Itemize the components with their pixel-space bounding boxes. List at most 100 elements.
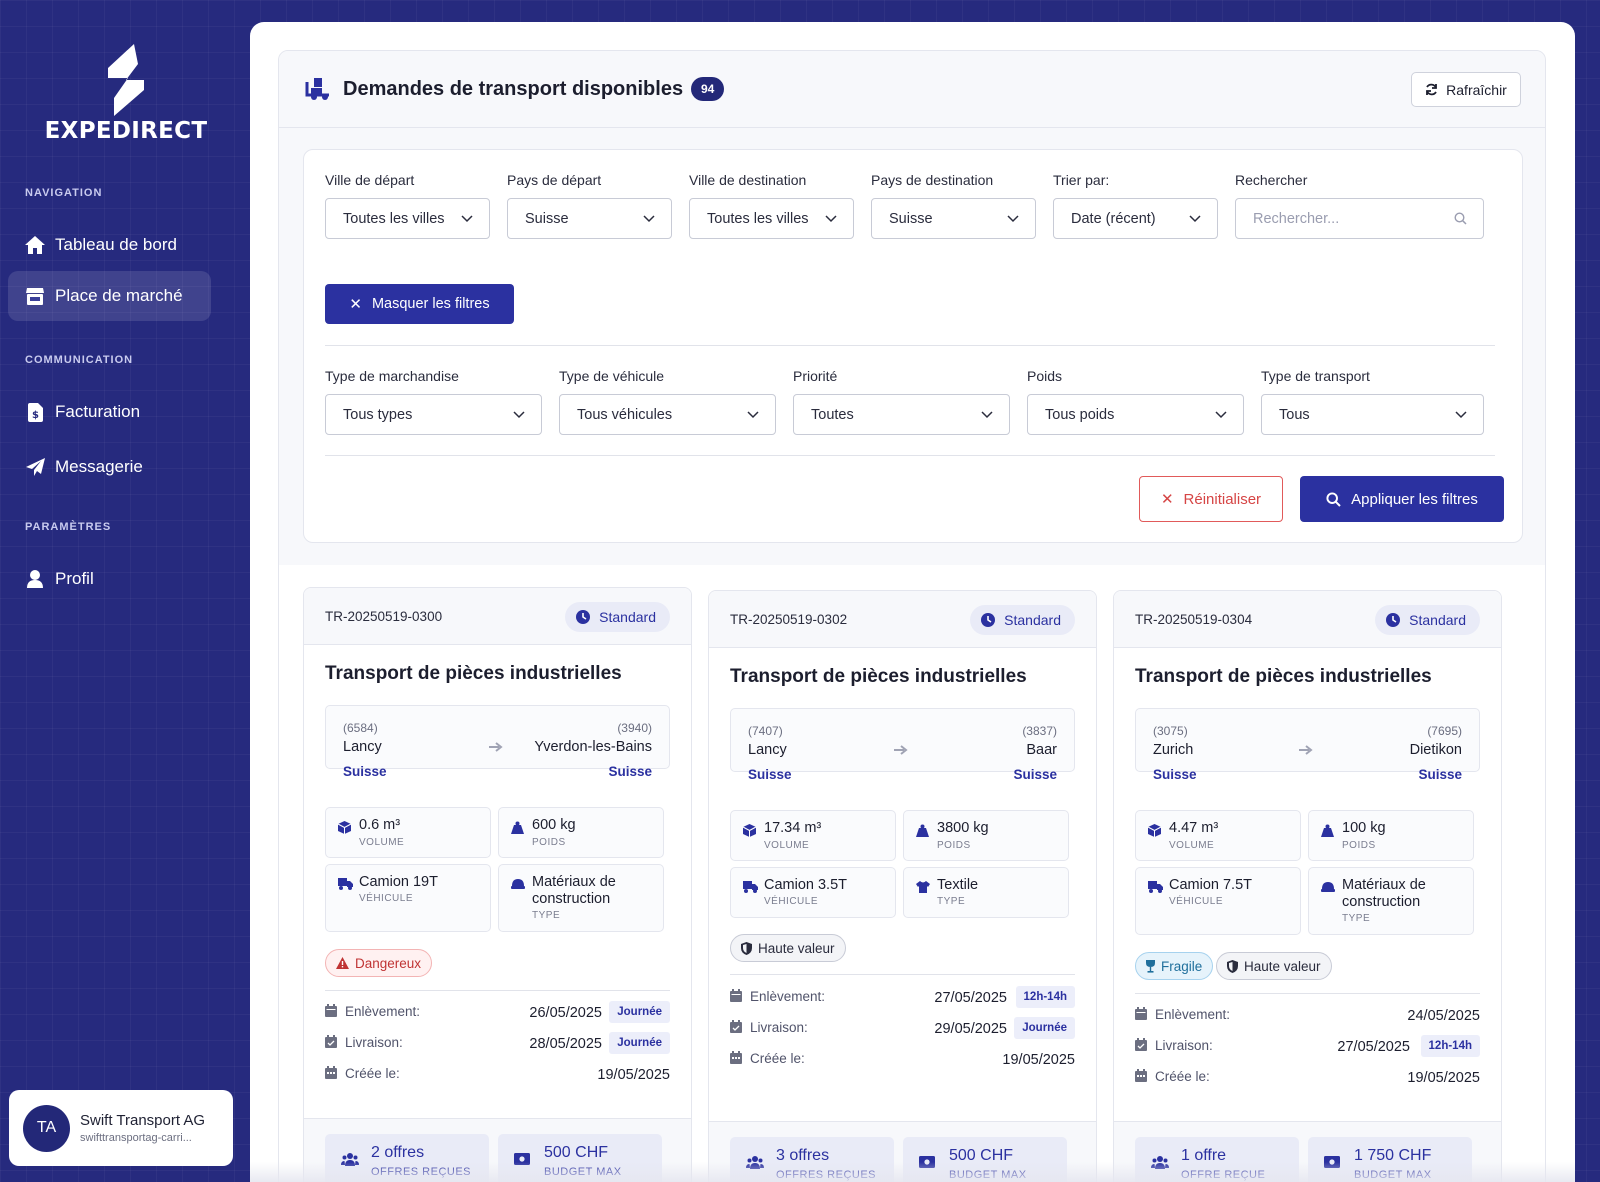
filter-label: Priorité [793, 368, 838, 384]
card-header: TR-20250519-0304 Standard [1114, 591, 1501, 648]
destination-country-select[interactable]: Suisse [871, 198, 1036, 239]
departure-city-select[interactable]: Toutes les villes [325, 198, 490, 239]
delivery-slot: Journée [609, 1032, 670, 1054]
search-placeholder: Rechercher... [1253, 210, 1340, 227]
priority-badge: Standard [565, 602, 670, 632]
arrival-city: Yverdon-les-Bains [534, 739, 652, 755]
filter-destination-city: Ville de destination Toutes les villes [689, 172, 854, 239]
transport-card[interactable]: TR-20250519-0304 Standard Transport de p… [1113, 590, 1502, 1182]
select-value: Toutes [811, 406, 854, 423]
sidebar-item-profile[interactable]: Profil [8, 554, 211, 604]
delivery-label: Livraison: [750, 1020, 808, 1035]
delivery-slot: Journée [1014, 1017, 1075, 1039]
apply-filters-button[interactable]: Appliquer les filtres [1300, 476, 1504, 522]
priority-select[interactable]: Toutes [793, 394, 1010, 435]
goods-type-box: Textile TYPE [903, 867, 1069, 918]
created-row: Créée le: 19/05/2025 [325, 1063, 670, 1087]
filter-weight: Poids Tous poids [1027, 368, 1244, 435]
delivery-row: Livraison: 29/05/2025 Journée [730, 1017, 1075, 1041]
truck-icon [1148, 881, 1163, 893]
arrival-country: Suisse [1418, 767, 1462, 782]
filter-label: Pays de départ [507, 172, 602, 188]
users-icon [1151, 1156, 1169, 1169]
card-title: Transport de pièces industrielles [325, 663, 622, 684]
reset-button[interactable]: ✕ Réinitialiser [1139, 476, 1283, 522]
hide-filters-button[interactable]: ✕ Masquer les filtres [325, 284, 514, 324]
departure-country-select[interactable]: Suisse [507, 198, 672, 239]
pickup-label: Enlèvement: [1155, 1007, 1231, 1022]
pickup-date: 26/05/2025 [529, 1005, 602, 1021]
volume-caption: VOLUME [764, 840, 810, 851]
sidebar-item-billing[interactable]: $ Facturation [8, 387, 211, 437]
delivery-label: Livraison: [345, 1035, 403, 1050]
priority-label: Standard [1409, 612, 1466, 628]
filter-vehicle-type: Type de véhicule Tous véhicules [559, 368, 776, 435]
user-card[interactable]: TA Swift Transport AG swifttransportag-c… [9, 1090, 233, 1166]
departure-city: Zurich [1153, 742, 1194, 758]
shirt-icon [916, 881, 930, 893]
budget-stat: 500 CHF BUDGET MAX [903, 1137, 1067, 1182]
departure-postcode: (6584) [343, 721, 378, 735]
users-icon [746, 1156, 764, 1169]
search-input[interactable]: Rechercher... [1235, 198, 1484, 239]
chevron-down-icon [1215, 410, 1227, 419]
card-title: Transport de pièces industrielles [1135, 666, 1432, 687]
calendar-icon [730, 989, 742, 1002]
refresh-button[interactable]: Rafraîchir [1411, 72, 1521, 107]
priority-badge: Standard [1375, 605, 1480, 635]
pickup-slot: Journée [609, 1001, 670, 1023]
svg-text:$: $ [32, 410, 39, 421]
calendar-icon [325, 1004, 337, 1017]
weight-caption: POIDS [1342, 840, 1376, 851]
card-footer: 2 offres OFFRES REÇUES 500 CHF BUDGET MA… [304, 1118, 691, 1182]
goods-type-value: Matériaux de construction [532, 874, 616, 907]
vehicle-box: Camion 7.5T VÉHICULE [1135, 867, 1301, 935]
money-icon [1324, 1156, 1340, 1168]
filter-label: Poids [1027, 368, 1063, 384]
sort-select[interactable]: Date (récent) [1053, 198, 1218, 239]
budget-caption: BUDGET MAX [949, 1169, 1027, 1181]
created-date: 19/05/2025 [597, 1067, 670, 1083]
priority-label: Standard [599, 609, 656, 625]
sidebar-item-messaging[interactable]: Messagerie [8, 442, 211, 492]
user-email: swifttransportag-carri... [80, 1132, 192, 1144]
warning-icon [336, 957, 349, 969]
volume-value: 4.47 m³ [1169, 820, 1219, 836]
sidebar-item-marketplace[interactable]: Place de marché [8, 271, 211, 321]
vehicle-value: Camion 19T [359, 874, 438, 890]
destination-city-select[interactable]: Toutes les villes [689, 198, 854, 239]
card-reference: TR-20250519-0304 [1135, 612, 1253, 627]
paper-plane-icon [25, 457, 45, 477]
filter-search: Rechercher Rechercher... [1235, 172, 1484, 239]
vehicle-box: Camion 3.5T VÉHICULE [730, 867, 896, 918]
volume-value: 17.34 m³ [764, 820, 822, 836]
brand-logo[interactable]: EXPEDIRECT [36, 44, 216, 144]
chevron-down-icon [981, 410, 993, 419]
filter-label: Ville de départ [325, 172, 415, 188]
chevron-down-icon [747, 410, 759, 419]
delivery-row: Livraison: 28/05/2025 Journée [325, 1032, 670, 1056]
tag-label: Fragile [1161, 958, 1203, 974]
transport-card[interactable]: TR-20250519-0300 Standard Transport de p… [303, 587, 692, 1182]
weight-select[interactable]: Tous poids [1027, 394, 1244, 435]
calendar-check-icon [1135, 1038, 1147, 1051]
volume-box: 17.34 m³ VOLUME [730, 810, 896, 861]
transport-card[interactable]: TR-20250519-0302 Standard Transport de p… [708, 590, 1097, 1182]
delivery-date: 27/05/2025 [1337, 1039, 1410, 1055]
sidebar-item-dashboard[interactable]: Tableau de bord [8, 220, 211, 270]
filter-goods-type: Type de marchandise Tous types [325, 368, 542, 435]
user-icon [25, 569, 45, 589]
chevron-down-icon [1189, 214, 1201, 223]
vehicle-type-select[interactable]: Tous véhicules [559, 394, 776, 435]
goods-type-select[interactable]: Tous types [325, 394, 542, 435]
nav-section-communication: COMMUNICATION [25, 354, 134, 366]
wine-glass-icon [1146, 959, 1155, 973]
fragile-tag: Fragile [1135, 952, 1214, 980]
transport-type-select[interactable]: Tous [1261, 394, 1484, 435]
divider [325, 455, 1495, 456]
arrival-country: Suisse [608, 764, 652, 779]
helmet-icon [511, 878, 525, 889]
departure-country: Suisse [1153, 767, 1197, 782]
tag-label: Haute valeur [758, 940, 835, 956]
created-label: Créée le: [345, 1066, 400, 1081]
